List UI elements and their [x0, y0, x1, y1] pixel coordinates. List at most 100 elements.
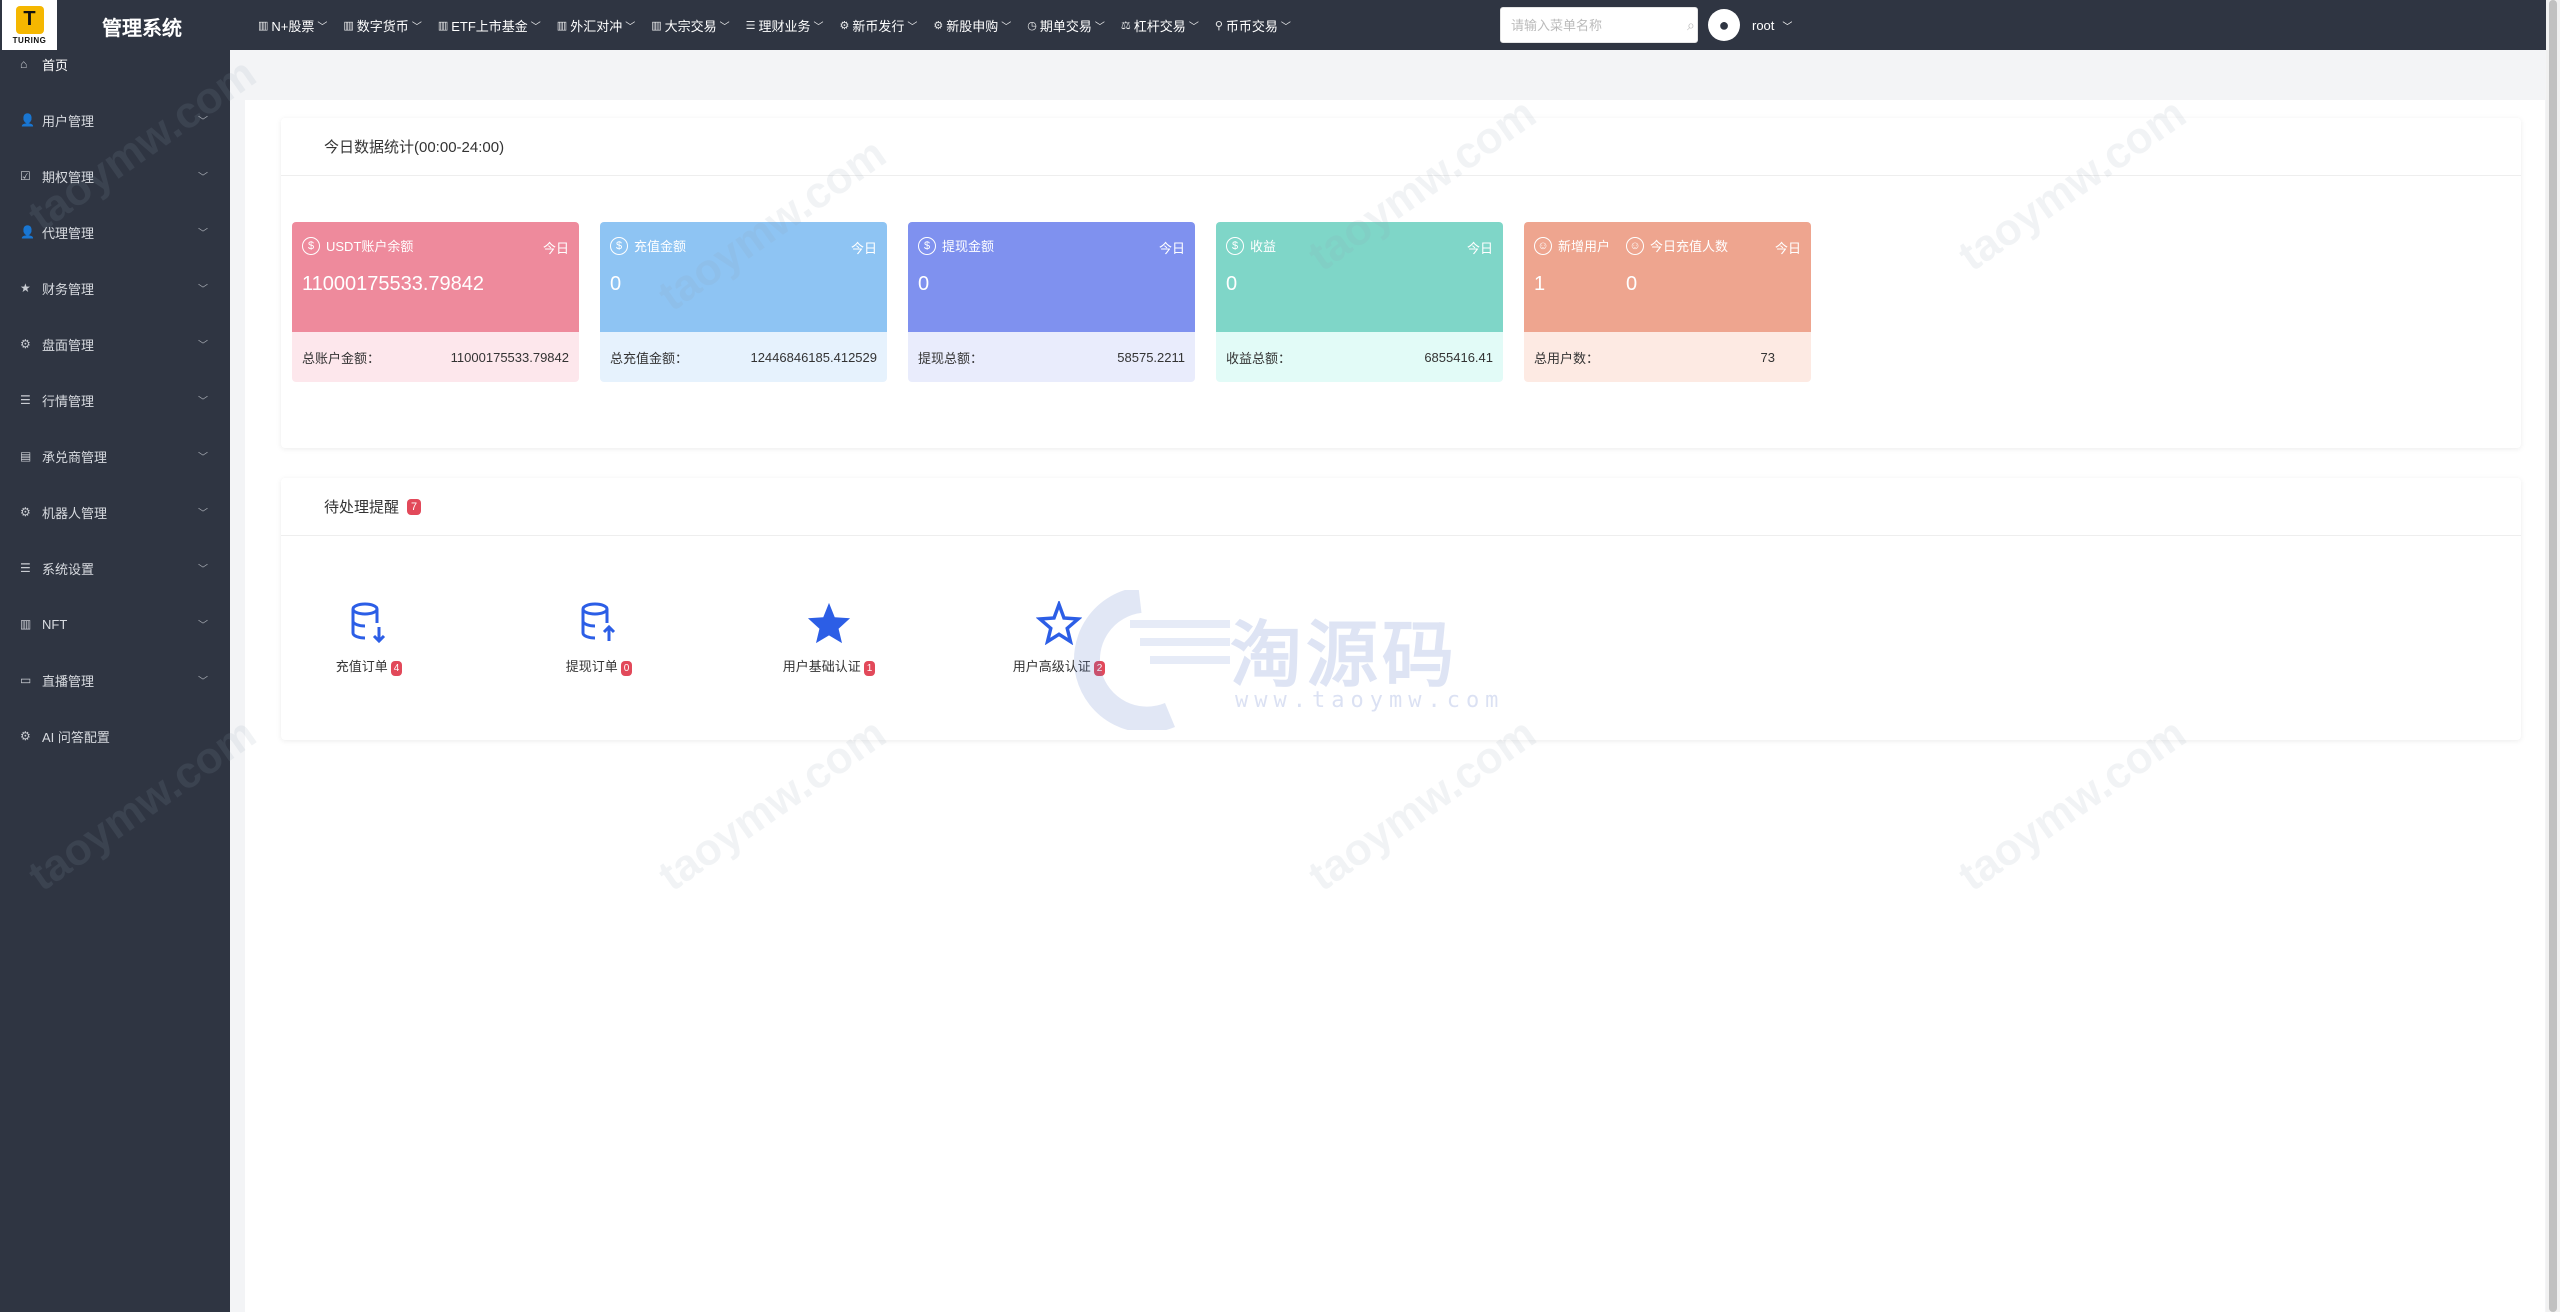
pending-label: 提现订单: [565, 659, 618, 674]
card-label: 收益: [1250, 239, 1277, 254]
page-scrollbar[interactable]: [2546, 0, 2560, 1312]
card-value: 0: [1226, 273, 1238, 295]
chevron-down-icon: ﹀: [1188, 21, 1199, 33]
sidebar-item-quotes[interactable]: ☰ 行情管理 ﹀: [0, 372, 230, 428]
today-stats-panel: 今日数据统计(00:00-24:00) $ USDT账户余额 今日 1100017…: [281, 118, 2521, 448]
database-upload-icon: [519, 596, 679, 650]
topnav-item-forex[interactable]: ▥ 外汇对冲 ﹀: [549, 0, 643, 50]
pending-basic-verification[interactable]: 用户基础认证 1: [749, 596, 909, 676]
card-period: 今日: [1158, 241, 1185, 256]
app-title: 管理系统: [102, 18, 182, 40]
sidebar-item-users[interactable]: 👤 用户管理 ﹀: [0, 92, 230, 148]
content-area: 今日数据统计(00:00-24:00) $ USDT账户余额 今日 1100017…: [245, 100, 2545, 1312]
search-input[interactable]: [1511, 17, 1687, 33]
topnav-label: N+股票: [271, 18, 315, 34]
panel-title-text: 待处理提醒: [324, 499, 400, 516]
sidebar-item-robots[interactable]: ⚙ 机器人管理 ﹀: [0, 484, 230, 540]
user-icon: 👤: [20, 225, 35, 239]
chevron-down-icon: ﹀: [198, 676, 208, 688]
topnav-item-coin-trade[interactable]: ⚲ 币币交易 ﹀: [1207, 0, 1299, 50]
sidebar-item-label: 机器人管理: [42, 505, 108, 521]
card-footer-value: 12446846185.412529: [750, 349, 877, 365]
user-menu[interactable]: ● root ﹀: [1708, 7, 1792, 43]
new-users-stat: ☺ 新增用户 1: [1534, 236, 1626, 296]
card-footer-value: 11000175533.79842: [450, 349, 569, 365]
sidebar-item-live[interactable]: ▭ 直播管理 ﹀: [0, 652, 230, 708]
video-icon: ▭: [20, 673, 32, 687]
pending-badge: 4: [390, 661, 403, 676]
list-icon: ☰: [20, 393, 31, 407]
pending-label: 用户基础认证: [782, 659, 861, 674]
topnav-label: 理财业务: [758, 18, 811, 34]
stat-card-withdraw: $ 提现金额 今日 0 提现总额： 58575.2211: [908, 222, 1195, 382]
sidebar-item-ai-qa[interactable]: ⚙ AI 问答配置: [0, 708, 230, 764]
sidebar-item-options[interactable]: ☑ 期权管理 ﹀: [0, 148, 230, 204]
bar-chart-icon: ▥: [651, 19, 662, 32]
dollar-icon: $: [302, 236, 320, 255]
chevron-down-icon: ﹀: [1280, 21, 1291, 33]
topnav-item-etf[interactable]: ▥ ETF上市基金 ﹀: [430, 0, 549, 50]
top-nav: ▥ N+股票 ﹀ ▥ 数字货币 ﹀ ▥ ETF上市基金 ﹀ ▥ 外汇对冲 ﹀ ▥…: [250, 0, 1299, 50]
card-period: 今日: [850, 241, 877, 256]
pending-count-badge: 7: [407, 498, 422, 515]
sidebar-item-market-board[interactable]: ⚙ 盘面管理 ﹀: [0, 316, 230, 372]
sidebar-item-finance[interactable]: ★ 财务管理 ﹀: [0, 260, 230, 316]
sidebar-item-label: 系统设置: [42, 561, 95, 577]
pending-deposit-orders[interactable]: 充值订单 4: [289, 596, 449, 676]
stat-card-users: ☺ 新增用户 1 ☺ 今日充值人数 0 今日 总用户数： 73: [1524, 222, 1811, 382]
card-footer-value: 73: [1760, 349, 1775, 365]
chevron-down-icon: ﹀: [198, 396, 208, 408]
card-label: 新增用户: [1558, 239, 1611, 254]
chevron-down-icon: ﹀: [1782, 21, 1793, 33]
pending-withdraw-orders[interactable]: 提现订单 0: [519, 596, 679, 676]
topnav-item-new-coin[interactable]: ⚙ 新币发行 ﹀: [832, 0, 926, 50]
card-period: 今日: [1466, 241, 1493, 256]
gear-icon: ⚙: [20, 729, 31, 743]
card-value: 0: [610, 273, 622, 295]
chevron-down-icon: ﹀: [907, 21, 918, 33]
sidebar-item-label: 直播管理: [42, 673, 95, 689]
pending-advanced-verification[interactable]: 用户高级认证 2: [979, 596, 1139, 676]
topnav-label: 币币交易: [1225, 18, 1278, 34]
search-icon[interactable]: ⌕: [1687, 17, 1695, 34]
card-footer-label: 总充值金额：: [610, 350, 689, 366]
card-period: 今日: [542, 241, 569, 256]
sidebar-item-nft[interactable]: ▥ NFT ﹀: [0, 596, 230, 652]
sidebar-item-acceptors[interactable]: ▤ 承兑商管理 ﹀: [0, 428, 230, 484]
bar-chart-icon: ▥: [20, 617, 32, 631]
star-icon: ★: [20, 281, 31, 295]
lever-icon: ⚖: [1120, 19, 1131, 32]
topnav-item-period-trade[interactable]: ◷ 期单交易 ﹀: [1019, 0, 1113, 50]
sidebar-item-settings[interactable]: ☰ 系统设置 ﹀: [0, 540, 230, 596]
topnav-label: 新币发行: [852, 18, 905, 34]
bar-chart-icon: ▥: [258, 19, 269, 32]
app-logo[interactable]: T TURING: [2, 0, 57, 50]
topnav-item-crypto[interactable]: ▥ 数字货币 ﹀: [335, 0, 429, 50]
card-footer-label: 总账户金额：: [302, 350, 381, 366]
pending-label: 用户高级认证: [1012, 659, 1091, 674]
chevron-down-icon: ﹀: [198, 452, 208, 464]
dollar-icon: $: [610, 236, 628, 255]
gear-icon: ⚙: [20, 337, 31, 351]
chevron-down-icon: ﹀: [198, 340, 208, 352]
pin-icon: ⚲: [1214, 19, 1223, 32]
card-footer-value: 6855416.41: [1424, 349, 1493, 365]
topnav-item-wealth[interactable]: ☰ 理财业务 ﹀: [738, 0, 832, 50]
topnav-item-block-trade[interactable]: ▥ 大宗交易 ﹀: [643, 0, 737, 50]
clock-icon: ◷: [1027, 19, 1037, 32]
pending-panel: 待处理提醒 7 充值订单 4 提现订单 0 用户基础认证 1 用户高级认证 2: [281, 478, 2521, 740]
scrollbar-thumb[interactable]: [2549, 0, 2557, 1312]
sidebar-item-agents[interactable]: 👤 代理管理 ﹀: [0, 204, 230, 260]
topnav-item-stocks[interactable]: ▥ N+股票 ﹀: [250, 0, 335, 50]
sidebar-item-label: 代理管理: [42, 225, 95, 241]
dollar-icon: $: [1226, 236, 1244, 255]
topnav-item-leverage[interactable]: ⚖ 杠杆交易 ﹀: [1113, 0, 1207, 50]
sidebar-item-label: 期权管理: [42, 169, 95, 185]
topnav-item-ipo[interactable]: ⚙ 新股申购 ﹀: [925, 0, 1019, 50]
sidebar-item-home[interactable]: ⌂ 首页: [0, 50, 230, 78]
logo-mark-icon: T: [15, 5, 44, 34]
bar-chart-icon: ▥: [343, 19, 354, 32]
topnav-label: 杠杆交易: [1133, 18, 1186, 34]
star-outline-icon: [979, 596, 1139, 650]
sidebar-item-label: 首页: [42, 57, 69, 73]
